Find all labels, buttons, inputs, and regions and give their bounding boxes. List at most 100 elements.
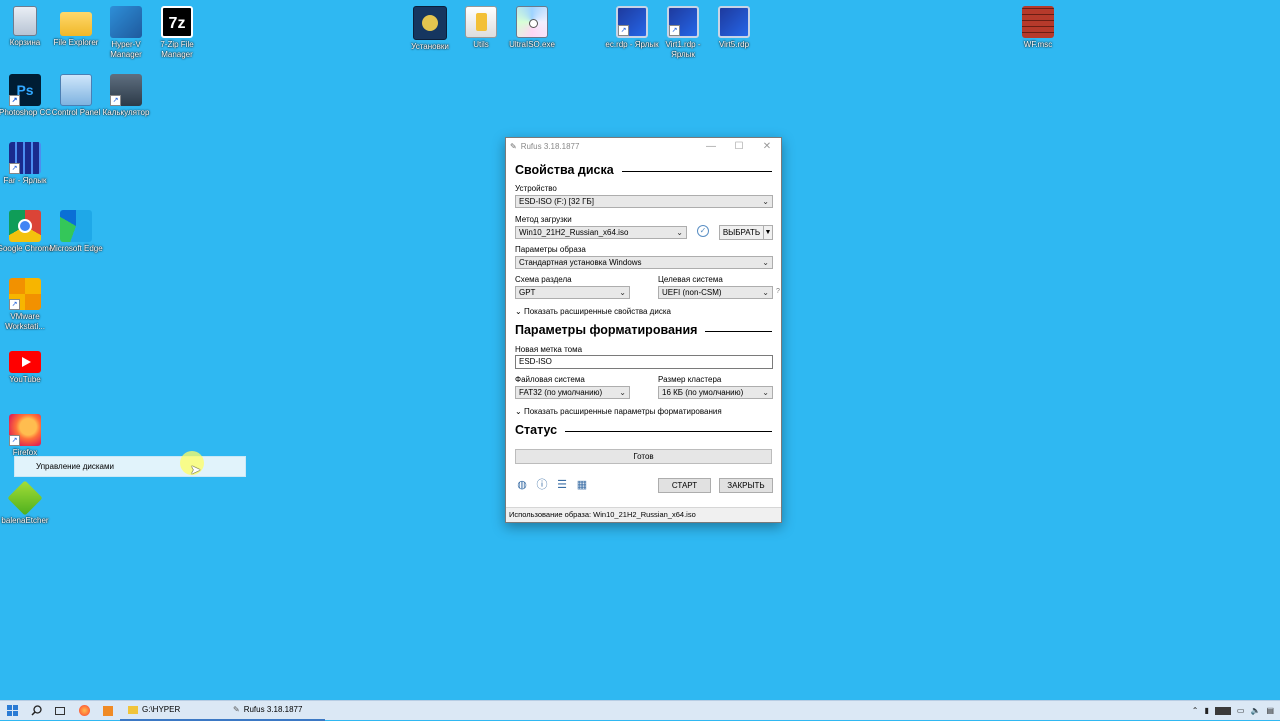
chevron-down-icon: ⌄	[619, 288, 626, 297]
device-label: Устройство	[515, 184, 557, 193]
target-system-label: Целевая система	[658, 275, 723, 284]
device-select[interactable]: ESD-ISO (F:) [32 ГБ] ⌄	[515, 195, 773, 208]
firefox-icon: ↗	[9, 414, 41, 446]
boot-method-label: Метод загрузки	[515, 215, 572, 224]
boot-method-select[interactable]: Win10_21H2_Russian_x64.iso ⌄	[515, 226, 687, 239]
desktop-icon-photoshop[interactable]: Ps ↗ Photoshop CC	[0, 74, 54, 118]
desktop-icon-ultraiso[interactable]: UltraISO.exe	[503, 6, 561, 50]
photoshop-icon: Ps ↗	[9, 74, 41, 106]
verify-check-icon[interactable]: ✓	[697, 225, 709, 237]
shortcut-arrow-icon: ↗	[618, 25, 629, 36]
chevron-down-icon: ⌄	[762, 288, 769, 297]
tray-app-icon[interactable]: ▮	[1205, 706, 1209, 715]
installs-icon	[413, 6, 447, 40]
volume-icon[interactable]: 🔈	[1250, 706, 1260, 715]
desktop-icon-wf-msc[interactable]: WF.msc	[1009, 6, 1067, 50]
chevron-down-icon: ⌄	[515, 407, 522, 416]
rdp-icon: ↗	[667, 6, 699, 38]
desktop-icon-recycle-bin[interactable]: Корзина	[0, 6, 54, 48]
disk-management-item[interactable]: Управление дисками	[14, 456, 246, 477]
volume-label-input[interactable]: ESD-ISO	[515, 355, 773, 369]
close-button[interactable]: ЗАКРЫТЬ	[719, 478, 773, 493]
partition-scheme-label: Схема раздела	[515, 275, 572, 284]
chrome-icon	[9, 210, 41, 242]
edge-icon	[60, 210, 92, 242]
chevron-down-icon: ⌄	[515, 307, 522, 316]
window-title: Rufus 3.18.1877	[520, 141, 580, 151]
settings-sliders-icon[interactable]: ☰	[556, 479, 568, 491]
desktop-icon-firefox[interactable]: ↗ Firefox	[0, 414, 54, 458]
file-system-select[interactable]: FAT32 (по умолчанию) ⌄	[515, 386, 630, 399]
firefox-taskbar-icon[interactable]	[72, 701, 96, 721]
taskbar: G:\HYPER ✎ Rufus 3.18.1877 ⌃ ▮ ▭ 🔈 ▤	[0, 700, 1280, 721]
rufus-window: ✎ Rufus 3.18.1877 — ☐ ✕ Свойства диска У…	[505, 137, 782, 523]
rdp-icon: ↗	[616, 6, 648, 38]
desktop-icon-virt1-rdp[interactable]: ↗ Virt1.rdp - Ярлык	[654, 6, 712, 60]
select-image-button[interactable]: ВЫБРАТЬ	[719, 225, 764, 240]
folder-icon	[128, 705, 138, 714]
chevron-down-icon: ⌄	[762, 258, 769, 267]
chevron-down-icon: ⌄	[619, 388, 626, 397]
youtube-icon	[9, 351, 41, 373]
show-advanced-drive-toggle[interactable]: ⌄ Показать расширенные свойства диска	[515, 307, 671, 316]
chevron-down-icon: ⌄	[762, 197, 769, 206]
chevron-down-icon: ⌄	[762, 388, 769, 397]
close-window-button[interactable]: ✕	[753, 141, 781, 152]
desktop-icon-ec-rdp[interactable]: ↗ ec.rdp - Ярлык	[603, 6, 661, 50]
volume-label-label: Новая метка тома	[515, 345, 583, 354]
tray-overflow-icon[interactable]: ⌃	[1192, 706, 1199, 715]
desktop-icon-etcher[interactable]: balenaEtcher	[0, 480, 54, 526]
ultraiso-icon	[516, 6, 548, 38]
control-panel-icon	[60, 74, 92, 106]
file-system-label: Файловая система	[515, 375, 585, 384]
image-options-select[interactable]: Стандартная установка Windows ⌄	[515, 256, 773, 269]
rufus-app-icon: ✎	[233, 705, 240, 714]
about-info-icon[interactable]: ⓘ	[536, 479, 548, 491]
firewall-icon	[1022, 6, 1054, 38]
title-bar: ✎ Rufus 3.18.1877 — ☐ ✕	[506, 138, 781, 154]
minimize-button[interactable]: —	[697, 141, 725, 152]
select-dropdown-button[interactable]: ▼	[763, 225, 773, 240]
desktop-icon-edge[interactable]: Microsoft Edge	[47, 210, 105, 254]
desktop-icon-chrome[interactable]: Google Chrome	[0, 210, 54, 254]
taskbar-rufus-item[interactable]: ✎ Rufus 3.18.1877	[225, 701, 325, 721]
desktop-icon-virt5-rdp[interactable]: Virt5.rdp	[705, 6, 763, 50]
desktop-icon-installs[interactable]: Установки	[401, 6, 459, 52]
language-globe-icon[interactable]: ◍	[516, 479, 528, 491]
vmware-icon: ↗	[9, 278, 41, 310]
desktop-icon-far[interactable]: ↗ Far - Ярлык	[0, 142, 54, 186]
calculator-icon: ↗	[110, 74, 142, 106]
partition-scheme-select[interactable]: GPT ⌄	[515, 286, 630, 299]
image-options-label: Параметры образа	[515, 245, 586, 254]
shortcut-arrow-icon: ↗	[669, 25, 680, 36]
etcher-icon	[7, 480, 43, 516]
start-button[interactable]: СТАРТ	[658, 478, 711, 493]
log-table-icon[interactable]: ▦	[576, 479, 588, 491]
show-advanced-format-toggle[interactable]: ⌄ Показать расширенные параметры формати…	[515, 407, 722, 416]
status-bar: Использование образа: Win10_21H2_Russian…	[506, 507, 781, 522]
cluster-size-select[interactable]: 16 КБ (по умолчанию) ⌄	[658, 386, 773, 399]
desktop-icon-hyperv[interactable]: Hyper-V Manager	[97, 6, 155, 60]
app-taskbar-icon[interactable]	[96, 701, 120, 721]
utils-icon	[465, 6, 497, 38]
network-icon[interactable]	[1214, 706, 1231, 715]
hyperv-icon	[110, 6, 142, 38]
section-format-options: Параметры форматирования	[515, 323, 772, 337]
desktop-icon-calculator[interactable]: ↗ Калькулятор	[97, 74, 155, 118]
task-view-icon[interactable]	[48, 701, 72, 721]
network-status-icon[interactable]: ▭	[1237, 706, 1245, 715]
cluster-size-label: Размер кластера	[658, 375, 722, 384]
shortcut-arrow-icon: ↗	[9, 95, 20, 106]
search-icon[interactable]	[24, 701, 48, 721]
notifications-icon[interactable]: ▤	[1266, 706, 1274, 715]
desktop-icon-7zip[interactable]: 7z 7-Zip File Manager	[148, 6, 206, 60]
taskbar-explorer-item[interactable]: G:\HYPER	[120, 701, 225, 721]
maximize-button[interactable]: ☐	[725, 141, 753, 152]
shortcut-arrow-icon: ↗	[9, 435, 20, 446]
start-windows-icon[interactable]	[0, 701, 24, 721]
desktop-icon-youtube[interactable]: YouTube	[0, 346, 54, 385]
desktop-icon-vmware[interactable]: ↗ VMware Workstati...	[0, 278, 54, 332]
desktop-icon-utils[interactable]: Utils	[452, 6, 510, 50]
help-mark[interactable]: ?	[776, 288, 780, 295]
target-system-select[interactable]: UEFI (non-CSM) ⌄	[658, 286, 773, 299]
